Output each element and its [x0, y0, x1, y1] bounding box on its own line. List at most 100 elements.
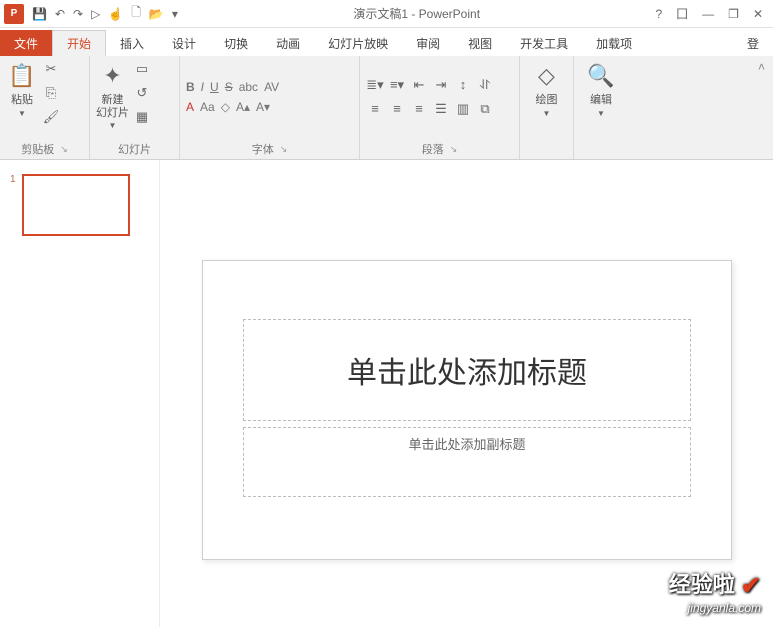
collapse-ribbon-icon[interactable]: ˄ — [750, 56, 773, 78]
ribbon: 📋 粘贴 ▼ ✂ ⎘ 🖌 剪贴板 ↘ ✦ 新建 幻灯片 ▼ ▭ ↺ ▦ — [0, 56, 773, 160]
group-clipboard: 📋 粘贴 ▼ ✂ ⎘ 🖌 剪贴板 ↘ — [0, 56, 90, 159]
group-paragraph-label: 段落 — [422, 141, 444, 157]
tab-addins[interactable]: 加载项 — [582, 30, 646, 56]
char-spacing-button[interactable]: AV — [264, 80, 279, 94]
paragraph-dialog-launcher-icon[interactable]: ↘ — [450, 144, 458, 155]
change-case-button[interactable]: Aa — [200, 100, 215, 114]
indent-inc-icon[interactable]: ⇥ — [432, 76, 450, 94]
numbering-icon[interactable]: ≡▾ — [388, 76, 406, 94]
workspace: 1 单击此处添加标题 单击此处添加副标题 — [0, 160, 773, 627]
shadow-button[interactable]: abc — [239, 80, 258, 94]
align-left-icon[interactable]: ≡ — [366, 100, 384, 118]
underline-button[interactable]: U — [210, 80, 219, 94]
chevron-down-icon: ▼ — [543, 109, 551, 118]
group-font: B I U S abc AV A Aa ◇ A▴ A▾ 字体 ↘ — [180, 56, 360, 159]
tab-slideshow[interactable]: 幻灯片放映 — [314, 30, 402, 56]
clear-format-button[interactable]: ◇ — [221, 100, 230, 114]
editing-button[interactable]: 🔍 编辑 ▼ — [585, 60, 617, 118]
tab-insert[interactable]: 插入 — [106, 30, 158, 56]
tab-design[interactable]: 设计 — [158, 30, 210, 56]
group-editing: 🔍 编辑 ▼ — [574, 56, 628, 159]
tab-review[interactable]: 审阅 — [402, 30, 454, 56]
help-icon[interactable]: ? — [655, 7, 662, 21]
text-direction-icon[interactable]: ⥯ — [476, 76, 494, 94]
minimize-icon[interactable]: — — [702, 7, 714, 21]
chevron-down-icon: ▼ — [109, 121, 117, 130]
grow-font-button[interactable]: A▴ — [236, 100, 250, 114]
group-paragraph: ≣▾ ≡▾ ⇤ ⇥ ↕ ⥯ ≡ ≡ ≡ ☰ ▥ ⧉ 段落 ↘ — [360, 56, 520, 159]
indent-dec-icon[interactable]: ⇤ — [410, 76, 428, 94]
qat-save-icon[interactable]: 💾 — [32, 7, 47, 21]
drawing-button[interactable]: ◇ 绘图 ▼ — [531, 60, 563, 118]
qat-undo-icon[interactable]: ↶ — [55, 7, 65, 21]
font-dialog-launcher-icon[interactable]: ↘ — [280, 144, 288, 155]
strike-button[interactable]: S — [225, 80, 233, 94]
checkmark-icon: ✔ — [741, 573, 761, 600]
tab-home[interactable]: 开始 — [52, 30, 106, 56]
reset-icon[interactable]: ↺ — [133, 84, 151, 102]
watermark: 经验啦 ✔ jingyanla.com — [669, 567, 761, 615]
align-right-icon[interactable]: ≡ — [410, 100, 428, 118]
section-icon[interactable]: ▦ — [133, 108, 151, 126]
layout-icon[interactable]: ▭ — [133, 60, 151, 78]
login-button[interactable]: 登 — [733, 30, 773, 56]
group-clipboard-label: 剪贴板 — [21, 141, 54, 157]
format-painter-icon[interactable]: 🖌 — [42, 108, 60, 126]
qat-newfile-icon[interactable]: 🗋 — [131, 3, 141, 24]
tab-animations[interactable]: 动画 — [262, 30, 314, 56]
new-slide-label: 新建 幻灯片 — [96, 94, 129, 119]
slide[interactable]: 单击此处添加标题 单击此处添加副标题 — [202, 260, 732, 560]
title-placeholder-text: 单击此处添加标题 — [347, 348, 587, 392]
thumbnail-pane[interactable]: 1 — [0, 160, 160, 627]
app-icon: P — [4, 4, 24, 24]
cut-icon[interactable]: ✂ — [42, 60, 60, 78]
tab-transitions[interactable]: 切换 — [210, 30, 262, 56]
bullets-icon[interactable]: ≣▾ — [366, 76, 384, 94]
tab-view[interactable]: 视图 — [454, 30, 506, 56]
title-placeholder[interactable]: 单击此处添加标题 — [243, 319, 691, 421]
line-spacing-icon[interactable]: ↕ — [454, 76, 472, 94]
slide-canvas[interactable]: 单击此处添加标题 单击此处添加副标题 — [160, 160, 773, 627]
close-icon[interactable]: ✕ — [753, 7, 763, 21]
clipboard-icon: 📋 — [6, 60, 38, 92]
justify-icon[interactable]: ☰ — [432, 100, 450, 118]
group-font-label: 字体 — [252, 141, 274, 157]
new-slide-icon: ✦ — [97, 60, 129, 92]
subtitle-placeholder-text: 单击此处添加副标题 — [408, 434, 525, 453]
qat-touch-icon[interactable]: ☝ — [108, 7, 123, 21]
qat-open-icon[interactable]: 📂 — [149, 7, 164, 21]
italic-button[interactable]: I — [201, 80, 204, 94]
watermark-text: 经验啦 — [669, 572, 735, 597]
columns-icon[interactable]: ▥ — [454, 100, 472, 118]
paste-label: 粘贴 — [11, 94, 33, 107]
editing-label: 编辑 — [590, 94, 612, 107]
chevron-down-icon: ▼ — [597, 109, 605, 118]
group-slides-label: 幻灯片 — [118, 141, 151, 157]
ribbon-options-icon[interactable]: ⼞ — [676, 5, 688, 22]
copy-icon[interactable]: ⎘ — [42, 84, 60, 102]
window-title: 演示文稿1 - PowerPoint — [178, 5, 656, 22]
subtitle-placeholder[interactable]: 单击此处添加副标题 — [243, 427, 691, 497]
ribbon-tabs: 文件 开始 插入 设计 切换 动画 幻灯片放映 审阅 视图 开发工具 加载项 登 — [0, 28, 773, 56]
tab-file[interactable]: 文件 — [0, 30, 52, 56]
bold-button[interactable]: B — [186, 80, 195, 94]
group-slides: ✦ 新建 幻灯片 ▼ ▭ ↺ ▦ 幻灯片 — [90, 56, 180, 159]
restore-icon[interactable]: ❐ — [728, 7, 739, 21]
smartart-icon[interactable]: ⧉ — [476, 100, 494, 118]
tab-developer[interactable]: 开发工具 — [506, 30, 582, 56]
find-icon: 🔍 — [585, 60, 617, 92]
clipboard-dialog-launcher-icon[interactable]: ↘ — [60, 144, 68, 155]
font-color-button[interactable]: A — [186, 100, 194, 114]
thumb-number: 1 — [10, 174, 16, 185]
chevron-down-icon: ▼ — [18, 109, 26, 118]
new-slide-button[interactable]: ✦ 新建 幻灯片 ▼ — [96, 60, 129, 130]
shrink-font-button[interactable]: A▾ — [256, 100, 270, 114]
align-center-icon[interactable]: ≡ — [388, 100, 406, 118]
qat-slideshow-icon[interactable]: ▷ — [91, 7, 100, 21]
watermark-url: jingyanla.com — [669, 601, 761, 615]
qat-redo-icon[interactable]: ↷ — [73, 7, 83, 21]
group-drawing: ◇ 绘图 ▼ — [520, 56, 574, 159]
drawing-label: 绘图 — [536, 94, 558, 107]
paste-button[interactable]: 📋 粘贴 ▼ — [6, 60, 38, 118]
slide-thumbnail[interactable] — [22, 174, 130, 236]
